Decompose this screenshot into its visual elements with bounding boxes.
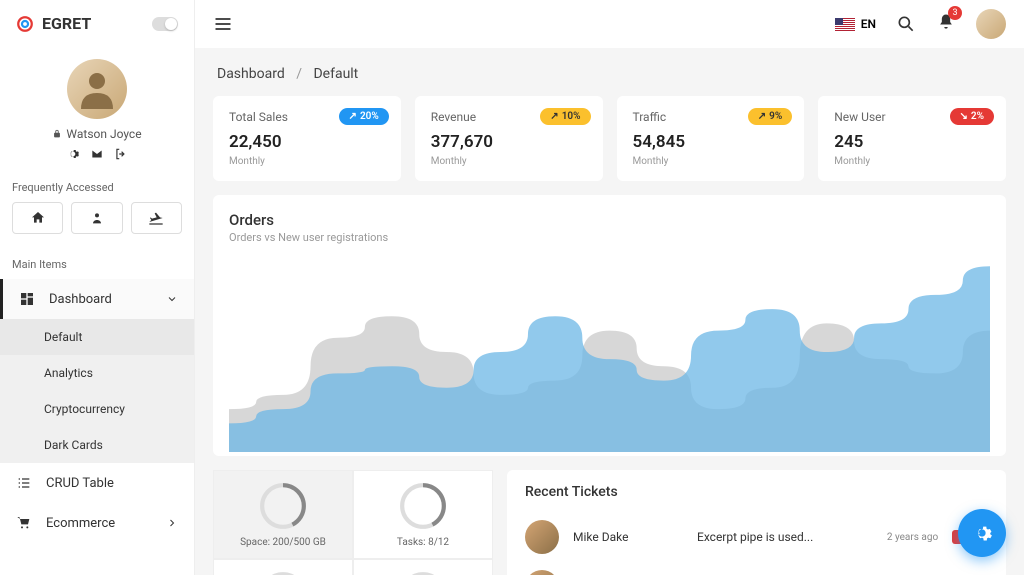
stat-trend-pill: ↗ 9%	[748, 108, 792, 125]
stat-period: Monthly	[834, 156, 990, 167]
theme-toggle[interactable]	[152, 17, 178, 31]
section-frequently: Frequently Accessed	[0, 169, 194, 202]
notification-badge: 3	[948, 6, 962, 20]
stat-value: 22,450	[229, 132, 385, 152]
app-logo[interactable]: EGRET	[16, 14, 91, 33]
profile-name: Watson Joyce	[66, 127, 141, 141]
gear-icon[interactable]	[66, 147, 80, 161]
tickets-title: Recent Tickets	[525, 484, 988, 500]
gauge-label: Tasks: 8/12	[397, 537, 449, 548]
gauge-1: Tasks: 8/12	[353, 470, 493, 559]
person-icon	[89, 210, 105, 226]
quick-home-button[interactable]	[12, 202, 63, 234]
sub-analytics[interactable]: Analytics	[0, 355, 194, 391]
gauge-2	[213, 559, 353, 575]
gauge-ring-icon	[398, 481, 448, 531]
stat-card-2: Traffic 54,845 Monthly ↗ 9%	[617, 96, 805, 181]
chevron-down-icon	[166, 293, 178, 305]
nav-label: CRUD Table	[46, 476, 114, 491]
stat-card-0: Total Sales 22,450 Monthly ↗ 20%	[213, 96, 401, 181]
ticket-row[interactable]: Mike Dake Excerpt pipe is used... 2 year…	[525, 512, 988, 562]
section-main: Main Items	[0, 246, 194, 279]
nav-label: Ecommerce	[46, 516, 115, 531]
menu-icon[interactable]	[213, 14, 233, 34]
breadcrumb: Dashboard / Default	[213, 48, 1006, 96]
ticket-name: Mike Dake	[573, 530, 683, 544]
orders-chart	[229, 252, 990, 452]
logo-icon	[16, 15, 34, 33]
ticket-row[interactable]: Jhone Doe My dashboard is not ... 2 year…	[525, 562, 988, 575]
breadcrumb-current: Default	[313, 66, 358, 82]
logout-icon[interactable]	[114, 147, 128, 161]
stat-trend-pill: ↗ 20%	[339, 108, 389, 125]
quick-profile-button[interactable]	[71, 202, 122, 234]
user-avatar[interactable]	[976, 9, 1006, 39]
nav-dashboard[interactable]: Dashboard	[0, 279, 194, 319]
sub-dark-cards[interactable]: Dark Cards	[0, 427, 194, 463]
stat-value: 54,845	[633, 132, 789, 152]
language-selector[interactable]: EN	[835, 17, 876, 31]
ticket-avatar	[525, 520, 559, 554]
stat-period: Monthly	[431, 156, 587, 167]
chevron-right-icon	[166, 517, 178, 529]
lock-icon	[52, 129, 62, 139]
settings-fab[interactable]	[958, 509, 1006, 557]
gauge-label: Space: 200/500 GB	[240, 537, 326, 548]
list-icon	[16, 475, 32, 491]
nav-ecommerce[interactable]: Ecommerce	[0, 503, 194, 543]
stat-card-3: New User 245 Monthly ↘ 2%	[818, 96, 1006, 181]
ticket-avatar	[525, 570, 559, 575]
cart-icon	[16, 515, 32, 531]
profile-avatar[interactable]	[67, 59, 127, 119]
ticket-time: 2 years ago	[887, 532, 938, 543]
chart-title: Orders	[229, 211, 990, 229]
sub-default[interactable]: Default	[0, 319, 194, 355]
quick-plane-button[interactable]	[131, 202, 182, 234]
sub-cryptocurrency[interactable]: Cryptocurrency	[0, 391, 194, 427]
stat-trend-pill: ↘ 2%	[950, 108, 994, 125]
breadcrumb-root[interactable]: Dashboard	[217, 66, 285, 82]
notifications-button[interactable]: 3	[936, 12, 956, 36]
trend-icon: ↘	[960, 111, 968, 122]
ticket-excerpt: Excerpt pipe is used...	[697, 530, 873, 544]
stat-trend-pill: ↗ 10%	[540, 108, 590, 125]
search-icon[interactable]	[896, 14, 916, 34]
trend-icon: ↗	[550, 111, 558, 122]
stat-period: Monthly	[229, 156, 385, 167]
home-icon	[30, 210, 46, 226]
gauge-ring-icon	[258, 481, 308, 531]
dashboard-icon	[19, 291, 35, 307]
stat-card-1: Revenue 377,670 Monthly ↗ 10%	[415, 96, 603, 181]
flag-icon	[835, 18, 855, 31]
plane-icon	[148, 210, 164, 226]
stat-value: 377,670	[431, 132, 587, 152]
trend-icon: ↗	[758, 111, 766, 122]
trend-icon: ↗	[349, 111, 357, 122]
nav-label: Dashboard	[49, 292, 112, 307]
gear-icon	[971, 522, 993, 544]
app-name: EGRET	[42, 14, 91, 33]
gauge-3	[353, 559, 493, 575]
chart-subtitle: Orders vs New user registrations	[229, 231, 990, 244]
nav-crud[interactable]: CRUD Table	[0, 463, 194, 503]
gauge-0: Space: 200/500 GB	[213, 470, 353, 559]
language-label: EN	[861, 17, 876, 31]
stat-period: Monthly	[633, 156, 789, 167]
stat-value: 245	[834, 132, 990, 152]
mail-icon[interactable]	[90, 147, 104, 161]
